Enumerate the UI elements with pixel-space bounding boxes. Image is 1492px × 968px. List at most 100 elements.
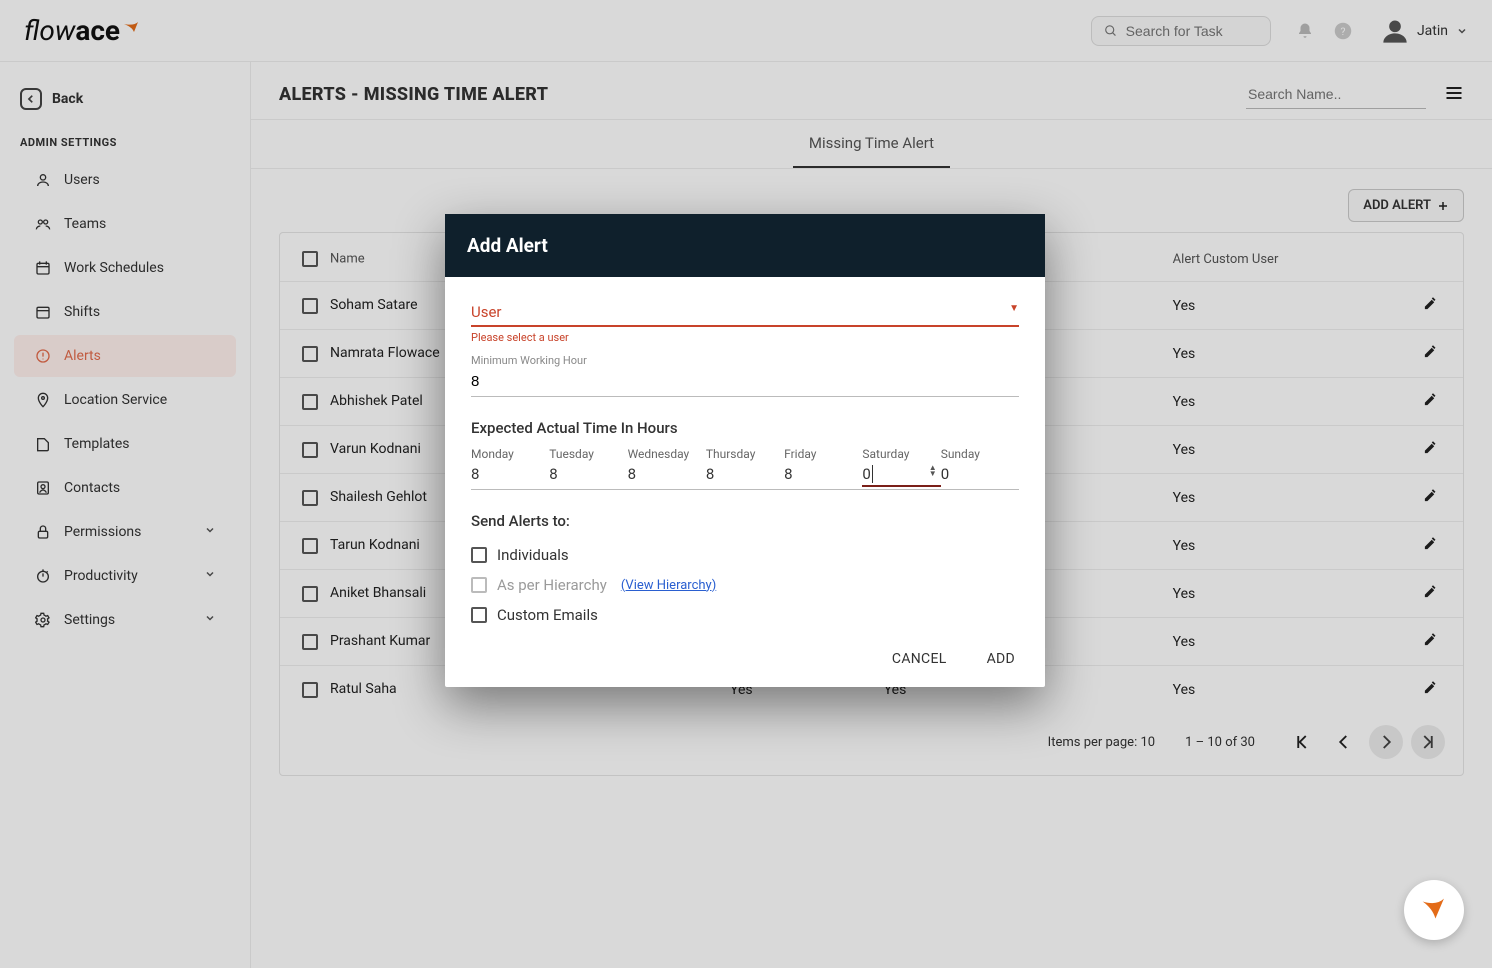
edit-icon[interactable] xyxy=(1423,539,1438,555)
tab-bar: Missing Time Alert xyxy=(251,119,1492,169)
search-name-input[interactable] xyxy=(1246,80,1426,109)
min-working-hour-input[interactable] xyxy=(471,367,1019,397)
day-label: Saturday xyxy=(862,447,940,461)
row-checkbox[interactable] xyxy=(302,394,318,410)
checkbox-individuals-label: Individuals xyxy=(497,546,569,564)
day-value[interactable]: 8 xyxy=(549,461,627,485)
day-label: Thursday xyxy=(706,447,784,461)
chevron-down-icon xyxy=(1456,25,1468,37)
user-select[interactable]: User ▼ xyxy=(471,297,1019,327)
day-thursday[interactable]: Thursday8 xyxy=(706,447,784,485)
row-checkbox[interactable] xyxy=(302,490,318,506)
cell-name: Soham Satare xyxy=(330,297,418,313)
sidebar-item-templates[interactable]: Templates xyxy=(14,423,236,465)
pager-last[interactable] xyxy=(1411,725,1445,759)
day-label: Monday xyxy=(471,447,549,461)
pager-first[interactable] xyxy=(1285,725,1319,759)
pager: Items per page: 10 1 – 10 of 30 xyxy=(280,713,1463,771)
templates-icon xyxy=(34,435,52,453)
username: Jatin xyxy=(1417,23,1448,39)
row-checkbox[interactable] xyxy=(302,442,318,458)
day-saturday[interactable]: Saturday0▲▼ xyxy=(862,447,940,485)
add-alert-modal: Add Alert User ▼ Please select a user Mi… xyxy=(445,214,1045,687)
nav-label: Permissions xyxy=(64,524,141,540)
checkbox-custom-emails[interactable]: Custom Emails xyxy=(471,600,1019,630)
pager-prev[interactable] xyxy=(1327,725,1361,759)
spinner-icon[interactable]: ▲▼ xyxy=(929,465,937,477)
cell-name: Aniket Bhansali xyxy=(330,585,426,601)
day-friday[interactable]: Friday8 xyxy=(784,447,862,485)
day-wednesday[interactable]: Wednesday8 xyxy=(628,447,706,485)
modal-title: Add Alert xyxy=(445,214,1045,277)
nav-label: Alerts xyxy=(64,348,101,364)
teams-icon xyxy=(34,215,52,233)
day-value[interactable]: 8 xyxy=(471,461,549,485)
back-button[interactable]: Back xyxy=(0,80,250,118)
day-value[interactable]: 8 xyxy=(628,461,706,485)
day-tuesday[interactable]: Tuesday8 xyxy=(549,447,627,485)
sidebar-item-contacts[interactable]: Contacts xyxy=(14,467,236,509)
day-label: Sunday xyxy=(941,447,1019,461)
search-task[interactable] xyxy=(1091,16,1271,46)
permissions-icon xyxy=(34,523,52,541)
day-value[interactable]: 8 xyxy=(784,461,862,485)
help-icon[interactable]: ? xyxy=(1333,21,1353,41)
checkbox-icon xyxy=(471,547,487,563)
sidebar-item-settings[interactable]: Settings xyxy=(14,599,236,641)
sidebar-item-users[interactable]: Users xyxy=(14,159,236,201)
ipp-label: Items per page: xyxy=(1048,735,1138,750)
day-monday[interactable]: Monday8 xyxy=(471,447,549,485)
alerts-icon xyxy=(34,347,52,365)
edit-icon[interactable] xyxy=(1423,395,1438,411)
cancel-button[interactable]: CANCEL xyxy=(892,651,947,667)
nav-label: Productivity xyxy=(64,568,138,584)
edit-icon[interactable] xyxy=(1423,443,1438,459)
sidebar-item-teams[interactable]: Teams xyxy=(14,203,236,245)
row-checkbox[interactable] xyxy=(302,586,318,602)
cell-custom-user: Yes xyxy=(1163,570,1413,618)
add-alert-button[interactable]: ADD ALERT xyxy=(1348,189,1464,222)
sidebar-item-alerts[interactable]: Alerts xyxy=(14,335,236,377)
sidebar-item-location-service[interactable]: Location Service xyxy=(14,379,236,421)
checkbox-all[interactable] xyxy=(302,251,318,267)
user-select-label: User xyxy=(471,303,502,321)
pager-next[interactable] xyxy=(1369,725,1403,759)
logo[interactable]: flowace xyxy=(24,14,142,47)
row-checkbox[interactable] xyxy=(302,298,318,314)
day-value[interactable]: 0 xyxy=(941,461,1019,485)
add-button[interactable]: ADD xyxy=(987,651,1015,667)
logo-arrow-icon xyxy=(122,20,142,40)
sidebar-item-work-schedules[interactable]: Work Schedules xyxy=(14,247,236,289)
fab-button[interactable] xyxy=(1404,880,1464,940)
row-checkbox[interactable] xyxy=(302,634,318,650)
bell-icon[interactable] xyxy=(1295,21,1315,41)
day-sunday[interactable]: Sunday0 xyxy=(941,447,1019,485)
ipp-value[interactable]: 10 xyxy=(1140,735,1155,750)
sidebar-item-productivity[interactable]: Productivity xyxy=(14,555,236,597)
edit-icon[interactable] xyxy=(1423,587,1438,603)
sidebar-section-label: ADMIN SETTINGS xyxy=(0,118,250,157)
row-checkbox[interactable] xyxy=(302,538,318,554)
hamburger-icon[interactable] xyxy=(1444,83,1464,107)
tab-missing-time-alert[interactable]: Missing Time Alert xyxy=(793,120,950,168)
checkbox-custom-emails-label: Custom Emails xyxy=(497,606,598,624)
nav-label: Users xyxy=(64,172,100,188)
sidebar-item-shifts[interactable]: Shifts xyxy=(14,291,236,333)
day-value[interactable]: 8 xyxy=(706,461,784,485)
row-checkbox[interactable] xyxy=(302,346,318,362)
edit-icon[interactable] xyxy=(1423,635,1438,651)
edit-icon[interactable] xyxy=(1423,683,1438,699)
settings-icon xyxy=(34,611,52,629)
edit-icon[interactable] xyxy=(1423,299,1438,315)
nav-label: Teams xyxy=(64,216,106,232)
sidebar-item-permissions[interactable]: Permissions xyxy=(14,511,236,553)
row-checkbox[interactable] xyxy=(302,682,318,698)
view-hierarchy-link[interactable]: (View Hierarchy) xyxy=(621,578,716,593)
user-menu[interactable]: Jatin xyxy=(1381,17,1468,45)
edit-icon[interactable] xyxy=(1423,491,1438,507)
checkbox-individuals[interactable]: Individuals xyxy=(471,540,1019,570)
avatar-icon xyxy=(1381,17,1409,45)
search-task-input[interactable] xyxy=(1126,23,1258,39)
edit-icon[interactable] xyxy=(1423,347,1438,363)
pager-range: 1 – 10 of 30 xyxy=(1185,735,1255,750)
